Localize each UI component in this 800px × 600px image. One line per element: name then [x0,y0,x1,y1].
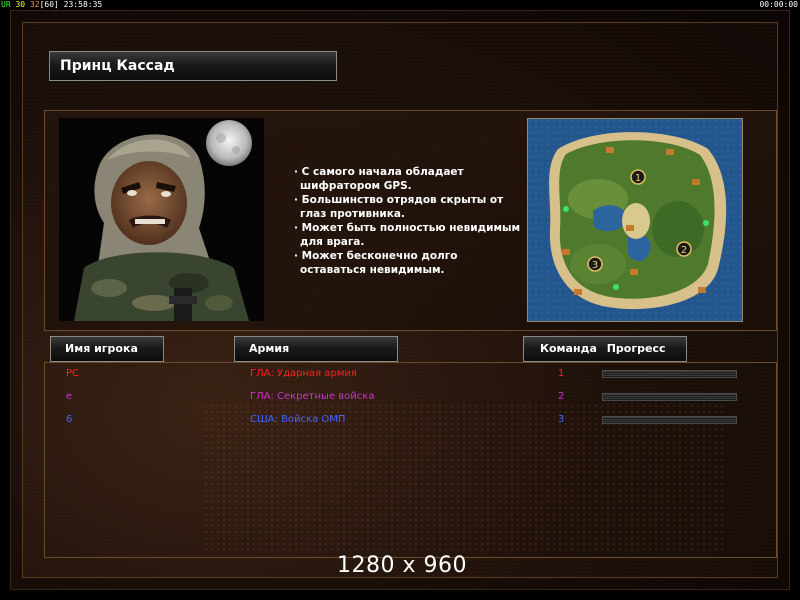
description-line: для врага. [300,236,365,248]
svg-text:3: 3 [592,260,598,271]
resolution-watermark: 1280 x 960 [337,553,467,578]
player-name: PC [66,368,80,379]
start-position-marker: 3 [587,256,603,272]
fps-limit: [60] [39,0,59,9]
table-row: PC ГЛА: Ударная армия 1 [0,366,800,382]
map-preview-image: 1 2 3 [528,119,742,321]
player-army: ГЛА: Секретные войска [250,391,375,402]
player-team: 1 [558,368,565,379]
table-row: e ГЛА: Секретные войска 2 [0,389,800,405]
fps-readout: UR 30 32[60] 23:58:35 [1,0,102,10]
portrait-image [59,118,264,321]
game-timer: 00:00:00 [759,0,798,9]
player-team: 2 [558,391,565,402]
loading-progress-bar [602,393,737,401]
table-row: 6 США: Войска ОМП 3 [0,412,800,428]
general-name-title: Принц Кассад [49,51,337,81]
column-header-progress: Прогресс [606,342,666,355]
description-line: · С самого начала обладает [294,166,464,178]
map-preview: 1 2 3 [527,118,743,322]
player-team: 3 [558,414,565,425]
fps-current: 30 [15,0,26,9]
general-description: · С самого начала обладает шифратором GP… [292,165,522,277]
player-army: США: Войска ОМП [250,414,346,425]
description-line: оставаться невидимым. [300,264,445,276]
description-line: · Большинство отрядов скрыты от [294,194,504,206]
start-position-marker: 1 [630,169,646,185]
description-line: глаз противника. [300,208,405,220]
loading-progress-bar [602,370,737,378]
debug-hud-bar: UR 30 32[60] 23:58:35 00:00:00 [0,0,800,10]
player-name: 6 [66,414,73,425]
system-time: 23:58:35 [63,0,103,9]
column-header-player-name: Имя игрока [50,336,164,362]
column-header-team-progress: Команда Прогресс [523,336,687,362]
description-line: · Может быть полностью невидимым [294,222,521,234]
general-portrait [59,118,264,321]
column-header-team: Команда [540,342,597,355]
column-header-army: Армия [234,336,398,362]
fps-label: UR [1,0,11,9]
start-position-marker: 2 [676,241,692,257]
moon-icon [206,120,252,166]
svg-text:1: 1 [635,173,641,184]
svg-text:2: 2 [681,245,687,256]
loading-progress-bar [602,416,737,424]
player-name: e [66,391,73,402]
fps-average: 32 [29,0,40,9]
description-line: · Может бесконечно долго [294,250,458,262]
description-line: шифратором GPS. [300,180,412,192]
player-army: ГЛА: Ударная армия [250,368,357,379]
